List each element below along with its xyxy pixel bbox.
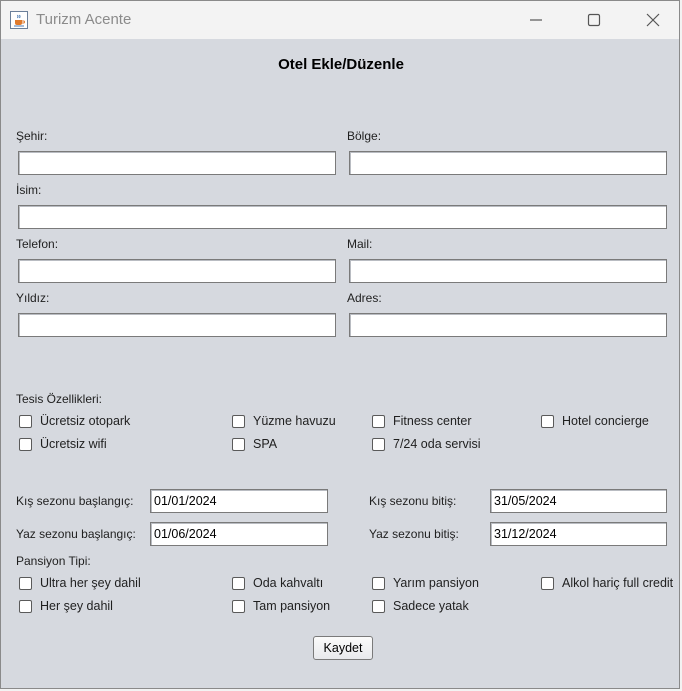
mail-field[interactable] — [349, 259, 667, 283]
winter-end-field[interactable] — [490, 489, 667, 513]
maximize-button[interactable] — [571, 1, 617, 39]
winter-start-field[interactable] — [150, 489, 328, 513]
facility-checkbox-free-parking[interactable]: Ücretsiz otopark — [19, 413, 130, 429]
close-icon — [646, 13, 660, 27]
pension-checkbox-ultra-all-inclusive[interactable]: Ultra her şey dahil — [19, 575, 141, 591]
name-label: İsim: — [16, 183, 42, 197]
checkbox-box[interactable] — [19, 414, 32, 428]
checkbox-box[interactable] — [372, 437, 385, 451]
region-field[interactable] — [349, 151, 667, 175]
minimize-button[interactable] — [513, 1, 559, 39]
java-cup-icon — [10, 11, 28, 29]
pension-checkbox-full-credit[interactable]: Alkol hariç full credit — [541, 575, 673, 591]
checkbox-box[interactable] — [232, 576, 245, 590]
form-title: Otel Ekle/Düzenle — [278, 56, 404, 73]
pension-checkbox-room-only[interactable]: Sadece yatak — [372, 598, 469, 614]
checkbox-box[interactable] — [372, 599, 385, 613]
summer-start-label: Yaz sezonu başlangıç: — [16, 527, 136, 541]
checkbox-box[interactable] — [19, 576, 32, 590]
checkbox-box[interactable] — [19, 599, 32, 613]
app-window: Turizm Acente Otel Ekle/Düzenle Şehir: B… — [0, 0, 680, 689]
title-bar[interactable]: Turizm Acente — [1, 1, 679, 39]
facility-checkbox-spa[interactable]: SPA — [232, 436, 277, 452]
facility-checkbox-fitness[interactable]: Fitness center — [372, 413, 472, 429]
pension-label: Pansiyon Tipi: — [16, 554, 91, 568]
star-label: Yıldız: — [16, 291, 50, 305]
address-label: Adres: — [347, 291, 382, 305]
checkbox-box[interactable] — [232, 414, 245, 428]
facilities-label: Tesis Özellikleri: — [16, 392, 103, 406]
mail-label: Mail: — [347, 237, 373, 251]
checkbox-box[interactable] — [372, 414, 385, 428]
checkbox-box[interactable] — [372, 576, 385, 590]
close-button[interactable] — [630, 1, 676, 39]
checkbox-box[interactable] — [541, 576, 554, 590]
name-field[interactable] — [18, 205, 667, 229]
form-panel: Otel Ekle/Düzenle Şehir: Bölge: İsim: Te… — [1, 39, 679, 689]
pension-checkbox-full-board[interactable]: Tam pansiyon — [232, 598, 330, 614]
summer-end-field[interactable] — [490, 522, 667, 546]
address-field[interactable] — [349, 313, 667, 337]
city-label: Şehir: — [16, 129, 48, 143]
pension-checkbox-all-inclusive[interactable]: Her şey dahil — [19, 598, 113, 614]
summer-end-label: Yaz sezonu bitiş: — [369, 527, 459, 541]
checkbox-box[interactable] — [232, 437, 245, 451]
pension-checkbox-half-board[interactable]: Yarım pansiyon — [372, 575, 479, 591]
star-field[interactable] — [18, 313, 336, 337]
summer-start-field[interactable] — [150, 522, 328, 546]
winter-end-label: Kış sezonu bitiş: — [369, 494, 457, 508]
save-button[interactable]: Kaydet — [313, 636, 373, 660]
city-field[interactable] — [18, 151, 336, 175]
facility-checkbox-room-service[interactable]: 7/24 oda servisi — [372, 436, 481, 452]
checkbox-box[interactable] — [232, 599, 245, 613]
checkbox-box[interactable] — [19, 437, 32, 451]
winter-start-label: Kış sezonu başlangıç: — [16, 494, 134, 508]
facility-checkbox-free-wifi[interactable]: Ücretsiz wifi — [19, 436, 107, 452]
pension-checkbox-bed-breakfast[interactable]: Oda kahvaltı — [232, 575, 323, 591]
window-title: Turizm Acente — [36, 11, 132, 28]
checkbox-box[interactable] — [541, 414, 554, 428]
phone-label: Telefon: — [16, 237, 59, 251]
region-label: Bölge: — [347, 129, 382, 143]
facility-checkbox-concierge[interactable]: Hotel concierge — [541, 413, 649, 429]
minimize-icon — [530, 19, 542, 21]
facility-checkbox-pool[interactable]: Yüzme havuzu — [232, 413, 336, 429]
maximize-icon — [587, 13, 601, 27]
phone-field[interactable] — [18, 259, 336, 283]
